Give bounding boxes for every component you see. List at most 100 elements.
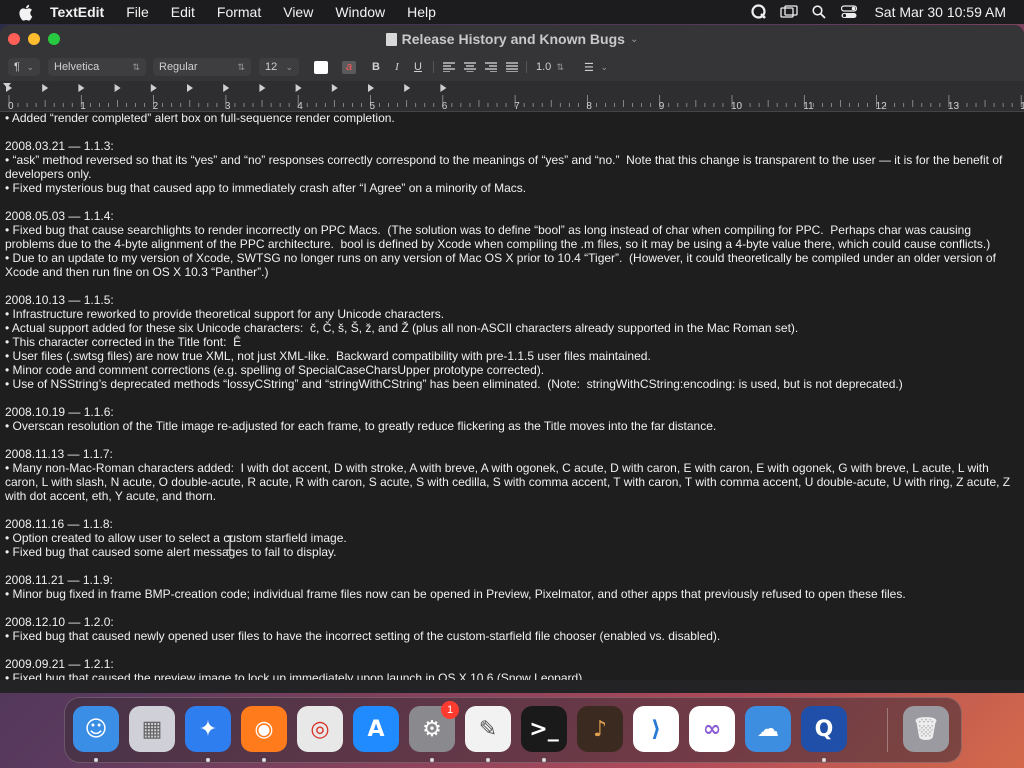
weather-icon[interactable]: ☁ [745, 706, 791, 752]
document-line[interactable]: • User files (.swtsg files) are now true… [5, 349, 1017, 363]
trash-icon[interactable]: 🗑 [903, 706, 949, 752]
italic-button[interactable]: I [389, 58, 405, 76]
chrome-glyph: ◎ [310, 716, 330, 742]
font-size-combo[interactable]: 12 ⌄ [259, 58, 299, 76]
menu-bar-clock[interactable]: Sat Mar 30 10:59 AM [874, 4, 1006, 20]
system-settings-icon[interactable]: ⚙ 1 [409, 701, 459, 752]
align-right-button[interactable] [482, 58, 500, 76]
menu-edit[interactable]: Edit [171, 4, 195, 20]
document-line[interactable]: 2008.10.19 — 1.1.6: [5, 405, 1017, 419]
menu-format[interactable]: Format [217, 4, 261, 20]
font-style-popup[interactable]: Regular ⇅ [153, 58, 251, 76]
launchpad-icon[interactable]: ▦ [129, 706, 175, 752]
font-family-popup[interactable]: Helvetica ⇅ [48, 58, 146, 76]
document-line[interactable]: • Fixed bug that caused the preview imag… [5, 671, 1017, 680]
document-line[interactable]: 2008.03.21 — 1.1.3: [5, 139, 1017, 153]
apple-menu-icon[interactable] [18, 4, 36, 21]
document-line[interactable]: 2008.11.16 — 1.1.8: [5, 517, 1017, 531]
justify-button[interactable] [503, 58, 521, 76]
menu-bar: TextEdit File Edit Format View Window He… [0, 0, 1024, 24]
document-line[interactable]: • Fixed mysterious bug that caused app t… [5, 181, 1017, 195]
document-title[interactable]: Release History and Known Bugs ⌄ [0, 25, 1024, 53]
document-line[interactable]: • Actual support added for these six Uni… [5, 321, 1017, 335]
document-line[interactable]: caron, L with slash, N acute, O double-a… [5, 475, 1017, 489]
document-line[interactable]: developers only. [5, 167, 1017, 181]
document-line[interactable]: • “ask” method reversed so that its “yes… [5, 153, 1017, 167]
document-line[interactable]: 2009.09.21 — 1.2.1: [5, 657, 1017, 671]
highlight-color-button[interactable]: a [340, 58, 358, 76]
line-spacing-popup[interactable]: 1.0 ⇅ [530, 58, 570, 76]
document-line[interactable]: with dot accent, eth, Y acute, and thorn… [5, 489, 1017, 503]
ruler-label: 7 [514, 101, 520, 111]
align-left-button[interactable] [440, 58, 458, 76]
document-line[interactable]: 2008.11.21 — 1.1.9: [5, 573, 1017, 587]
document-line[interactable]: • Fixed bug that cause searchlights to r… [5, 223, 1017, 237]
document-line[interactable]: Xcode and then run fine on OS X 10.3 “Pa… [5, 265, 1017, 279]
paragraph-style-popup[interactable]: ¶ ⌄ [8, 58, 40, 76]
quicktime-player-icon[interactable]: Q [801, 706, 847, 752]
app-store-icon[interactable]: A [353, 706, 399, 752]
menu-app-name[interactable]: TextEdit [50, 4, 104, 20]
document-line[interactable]: • Minor code and comment corrections (e.… [5, 363, 1017, 377]
vscode-icon[interactable]: ⟩ [633, 706, 679, 752]
blank-line[interactable] [5, 279, 1017, 293]
document-line[interactable]: • Fixed bug that caused newly opened use… [5, 629, 1017, 643]
document-line[interactable]: • Option created to allow user to select… [5, 531, 1017, 545]
screen-mirroring-icon[interactable] [774, 0, 804, 24]
quicktime-player-glyph: Q [814, 716, 834, 742]
title-bar[interactable]: Release History and Known Bugs ⌄ [0, 25, 1024, 53]
menu-view[interactable]: View [283, 4, 313, 20]
blank-line[interactable] [5, 503, 1017, 517]
document-line[interactable]: • Use of NSString’s deprecated methods “… [5, 377, 1017, 391]
document-line[interactable]: • Many non-Mac-Roman characters added: I… [5, 461, 1017, 475]
blank-line[interactable] [5, 601, 1017, 615]
garageband-icon[interactable]: ♪ [577, 706, 623, 752]
document-line[interactable]: • Added “render completed” alert box on … [5, 112, 1017, 125]
safari-icon[interactable]: ✦ [185, 706, 231, 752]
document-line[interactable]: • Overscan resolution of the Title image… [5, 419, 1017, 433]
launchpad-glyph: ▦ [141, 716, 163, 742]
dock: ☺ ▦ ✦ ◉ ◎ A ⚙ 1 ✎ >_ ♪ ⟩ ∞ ☁ Q 🗑 [64, 697, 962, 763]
align-center-button[interactable] [461, 58, 479, 76]
horizontal-scrollbar[interactable] [0, 680, 1024, 693]
list-style-popup[interactable]: ☰ ⌄ [578, 58, 614, 76]
blank-line[interactable] [5, 433, 1017, 447]
blank-line[interactable] [5, 643, 1017, 657]
bold-button[interactable]: B [368, 58, 384, 76]
document-line[interactable]: • Due to an update to my version of Xcod… [5, 251, 1017, 265]
menu-file[interactable]: File [126, 4, 149, 20]
finder-icon[interactable]: ☺ [73, 706, 119, 752]
document-text-area[interactable]: • Added “render completed” alert box on … [0, 112, 1024, 680]
textedit-icon[interactable]: ✎ [465, 706, 511, 752]
spotlight-search-icon[interactable] [804, 0, 834, 24]
blank-line[interactable] [5, 195, 1017, 209]
tab-stop-marker [150, 84, 157, 92]
menu-window[interactable]: Window [335, 4, 385, 20]
document-line[interactable]: problems due to the 4-byte alignment of … [5, 237, 1017, 251]
menu-help[interactable]: Help [407, 4, 436, 20]
document-line[interactable]: 2008.12.10 — 1.2.0: [5, 615, 1017, 629]
document-line[interactable]: • Fixed bug that caused some alert messa… [5, 545, 1017, 559]
blank-line[interactable] [5, 559, 1017, 573]
chevron-down-icon: ⌄ [26, 61, 34, 72]
blank-line[interactable] [5, 391, 1017, 405]
control-center-icon[interactable] [834, 0, 864, 24]
blank-line[interactable] [5, 125, 1017, 139]
ruler-label: 2 [153, 101, 159, 111]
document-line[interactable]: 2008.10.13 — 1.1.5: [5, 293, 1017, 307]
underline-button[interactable]: U [410, 58, 426, 76]
document-line[interactable]: 2008.05.03 — 1.1.4: [5, 209, 1017, 223]
chrome-icon[interactable]: ◎ [297, 706, 343, 752]
document-line[interactable]: • Minor bug fixed in frame BMP-creation … [5, 587, 1017, 601]
terminal-icon[interactable]: >_ [521, 706, 567, 752]
document-line[interactable]: 2008.11.13 — 1.1.7: [5, 447, 1017, 461]
quicktime-icon[interactable] [744, 0, 774, 24]
document-line[interactable]: • Infrastructure reworked to provide the… [5, 307, 1017, 321]
font-style-label: Regular [159, 61, 198, 73]
ruler[interactable]: 01234567891011121314 [0, 81, 1024, 112]
firefox-icon[interactable]: ◉ [241, 706, 287, 752]
text-color-button[interactable] [312, 58, 330, 76]
document-line[interactable]: • This character corrected in the Title … [5, 335, 1017, 349]
document-body[interactable]: • Added “render completed” alert box on … [5, 112, 1017, 680]
textedit-glyph: ✎ [478, 716, 498, 742]
